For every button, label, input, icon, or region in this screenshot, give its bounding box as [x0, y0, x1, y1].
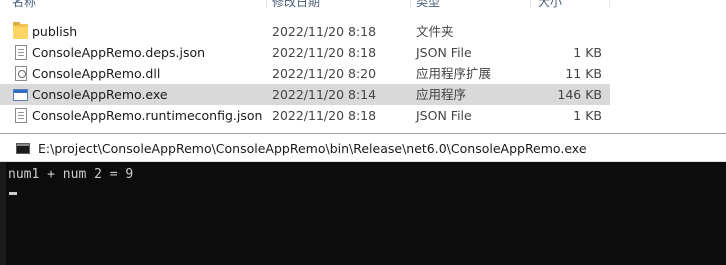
file-type: 应用程序 — [416, 87, 467, 102]
file-type: JSON File — [416, 45, 472, 60]
json-file-icon — [15, 108, 27, 123]
file-date: 2022/11/20 8:14 — [272, 87, 377, 102]
exe-file-icon — [13, 89, 28, 101]
console-title: E:\project\ConsoleAppRemo\ConsoleAppRemo… — [38, 141, 587, 156]
file-size: 1 KB — [573, 108, 602, 123]
column-divider[interactable] — [410, 0, 411, 8]
file-name: ConsoleAppRemo.dll — [32, 66, 161, 81]
file-explorer: 名称 修改日期 类型 大小 publish 2022/11/20 8:18 文件… — [0, 0, 726, 135]
file-row-dll[interactable]: ConsoleAppRemo.dll 2022/11/20 8:20 应用程序扩… — [0, 63, 610, 84]
file-row-deps-json[interactable]: ConsoleAppRemo.deps.json 2022/11/20 8:18… — [0, 42, 610, 63]
column-date-header[interactable]: 修改日期 — [270, 0, 320, 14]
dll-file-icon — [15, 66, 27, 81]
file-row-exe[interactable]: ConsoleAppRemo.exe 2022/11/20 8:14 应用程序 … — [0, 84, 610, 105]
console-output-area[interactable]: num1 + num 2 = 9 — [0, 162, 726, 265]
file-type: 应用程序扩展 — [416, 66, 492, 81]
column-divider[interactable] — [609, 0, 610, 8]
file-date: 2022/11/20 8:18 — [272, 45, 377, 60]
column-name-header[interactable]: 名称 — [10, 0, 36, 14]
console-titlebar[interactable]: E:\project\ConsoleAppRemo\ConsoleAppRemo… — [0, 134, 726, 162]
file-date: 2022/11/20 8:20 — [272, 66, 377, 81]
console-border — [0, 162, 6, 265]
console-app-icon[interactable] — [16, 143, 30, 154]
file-name: ConsoleAppRemo.exe — [32, 87, 168, 102]
json-file-icon — [15, 45, 27, 60]
file-list: publish 2022/11/20 8:18 文件夹 ConsoleAppRe… — [0, 21, 610, 126]
file-type: JSON File — [416, 108, 472, 123]
folder-icon — [13, 22, 28, 39]
file-name: ConsoleAppRemo.deps.json — [32, 45, 206, 60]
file-date: 2022/11/20 8:18 — [272, 24, 377, 39]
column-size-header[interactable]: 大小 — [536, 0, 562, 14]
file-row-runtimeconfig-json[interactable]: ConsoleAppRemo.runtimeconfig.json 2022/1… — [0, 105, 610, 126]
column-divider[interactable] — [266, 0, 267, 8]
file-size: 11 KB — [565, 66, 602, 81]
file-type: 文件夹 — [416, 24, 454, 39]
file-size: 146 KB — [557, 87, 602, 102]
console-output-line: num1 + num 2 = 9 — [8, 167, 134, 182]
file-size: 1 KB — [573, 45, 602, 60]
column-header: 名称 修改日期 类型 大小 — [0, 0, 610, 14]
file-name: ConsoleAppRemo.runtimeconfig.json — [32, 108, 263, 123]
column-type-header[interactable]: 类型 — [414, 0, 440, 14]
file-name: publish — [32, 24, 78, 39]
column-divider[interactable] — [530, 0, 531, 8]
file-date: 2022/11/20 8:18 — [272, 108, 377, 123]
file-row-publish[interactable]: publish 2022/11/20 8:18 文件夹 — [0, 21, 610, 42]
text-cursor — [9, 192, 17, 195]
console-window[interactable]: E:\project\ConsoleAppRemo\ConsoleAppRemo… — [0, 133, 726, 265]
